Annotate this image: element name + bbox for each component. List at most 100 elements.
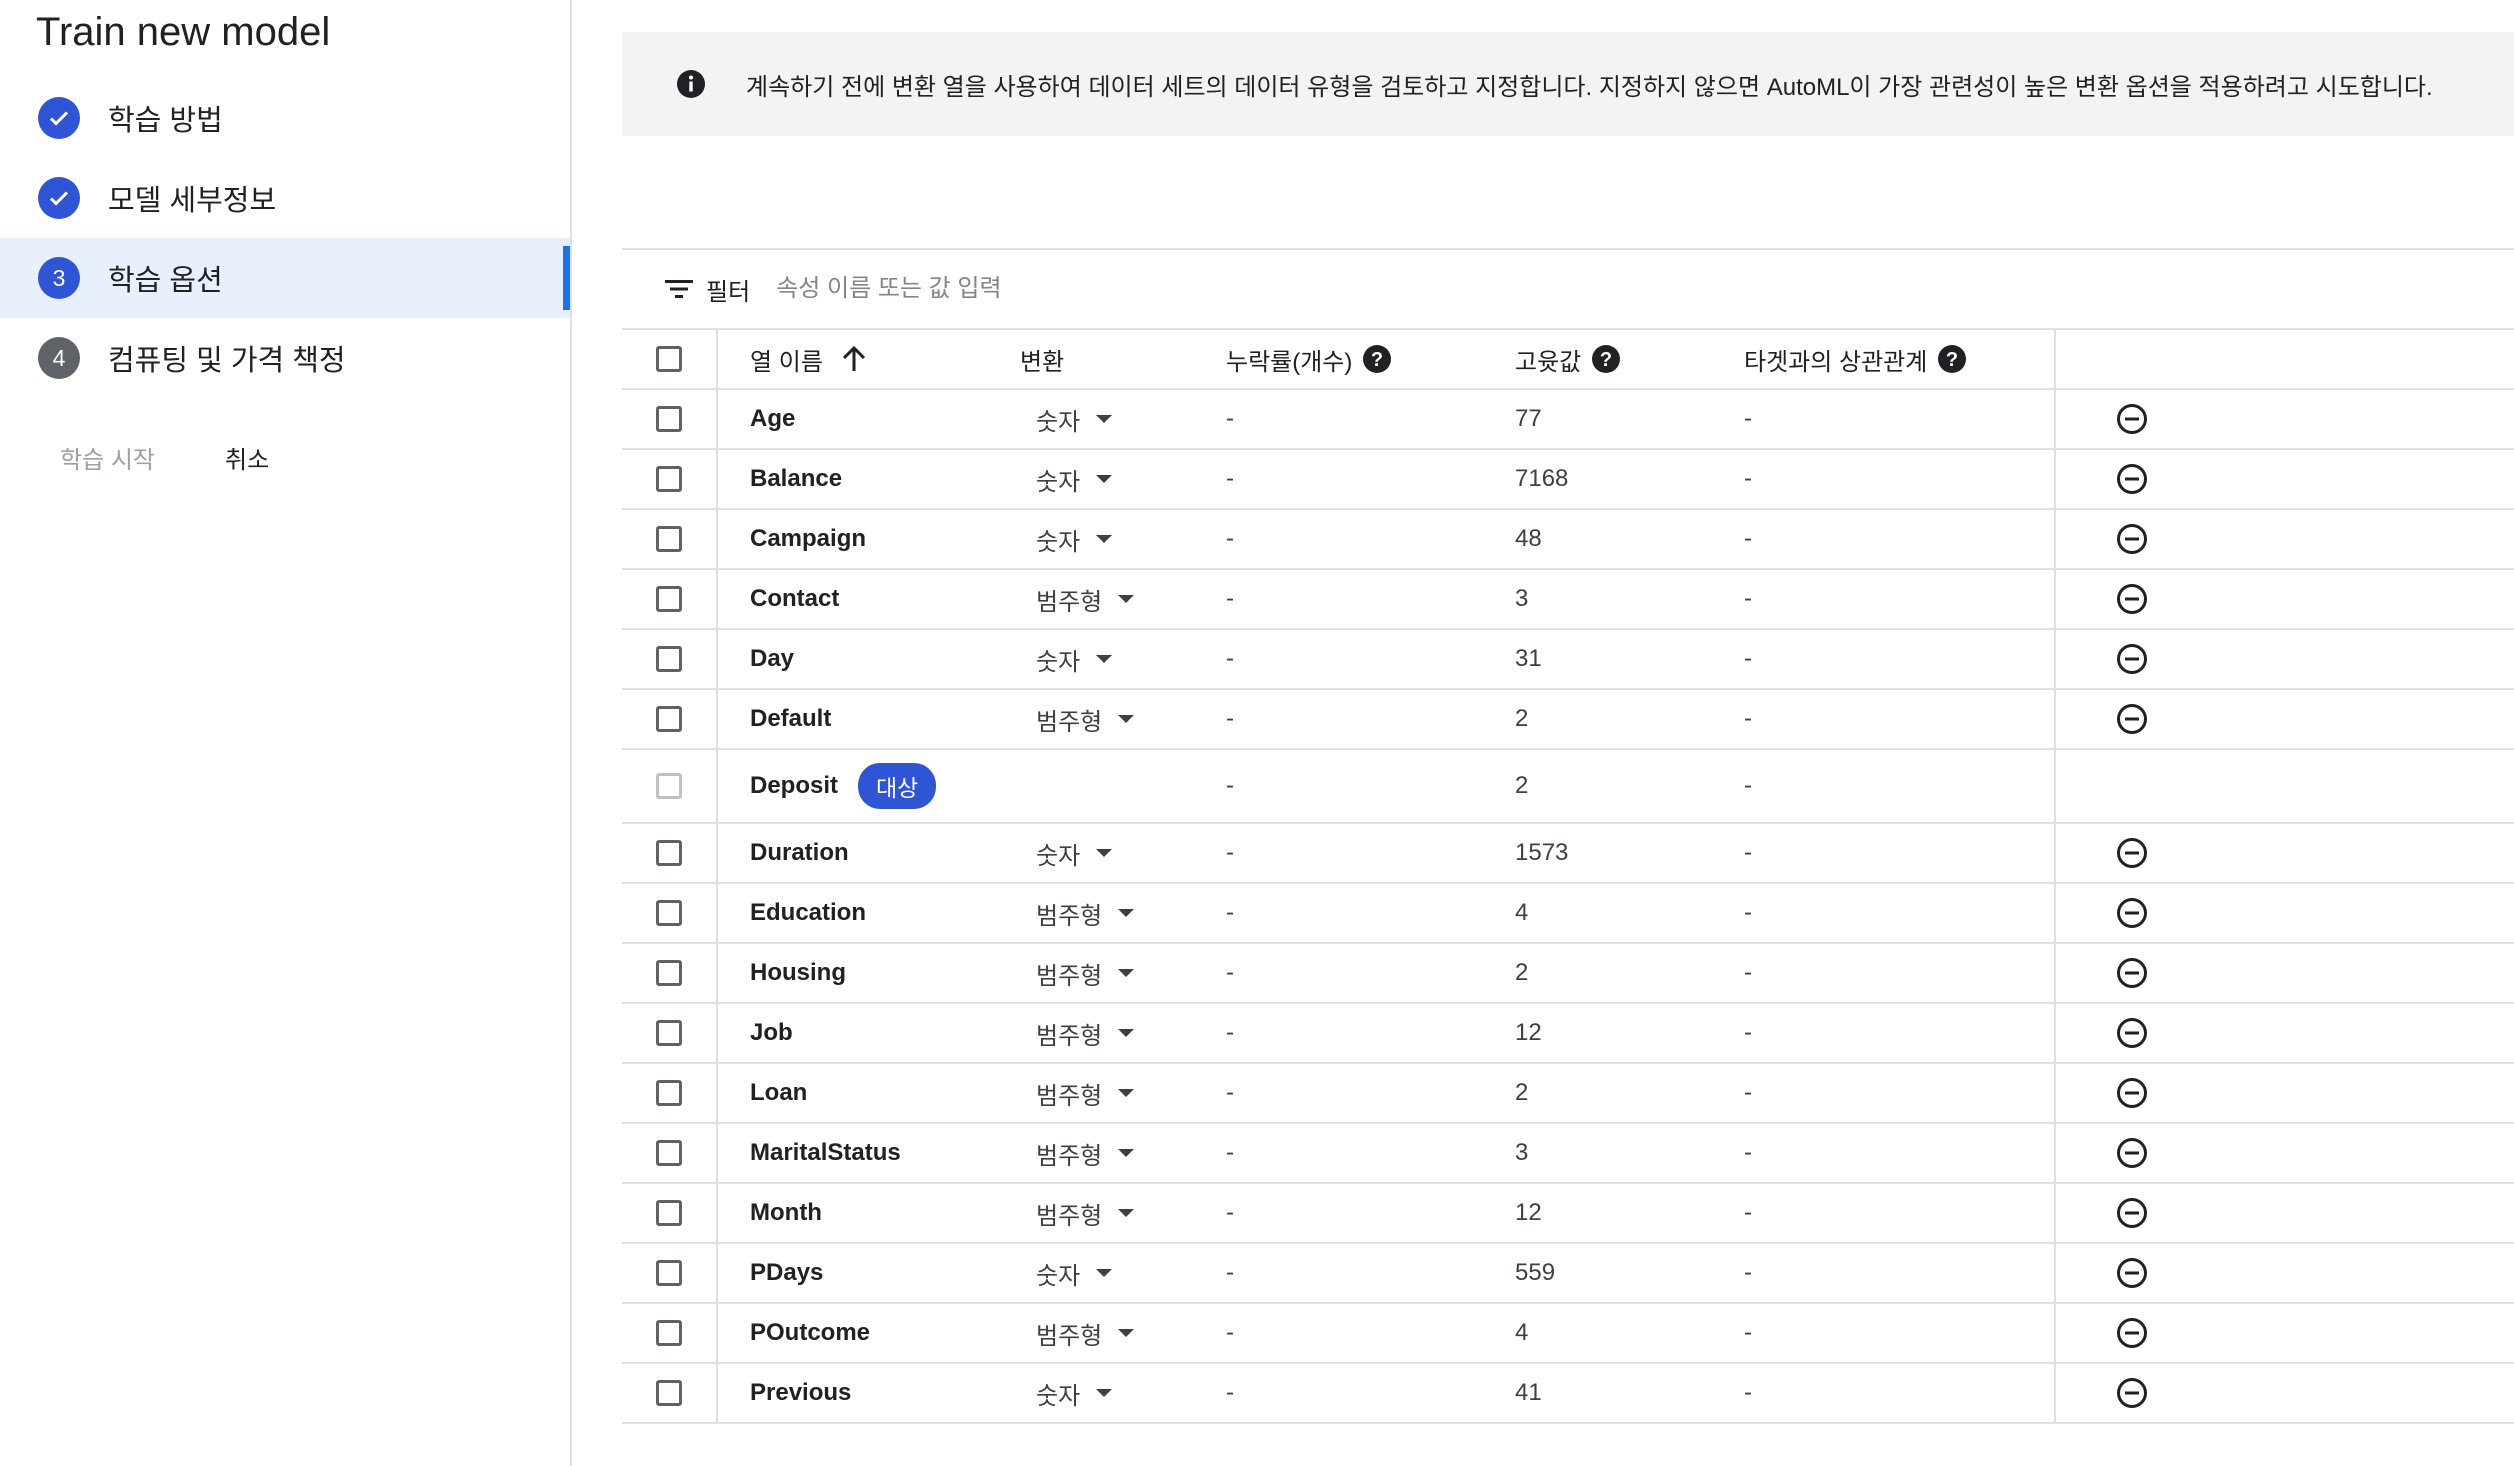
row-checkbox[interactable] <box>656 900 682 926</box>
row-checkbox[interactable] <box>656 1260 682 1286</box>
row-checkbox[interactable] <box>656 1020 682 1046</box>
transformation-dropdown[interactable]: 범주형 <box>1036 1184 1135 1242</box>
remove-circle-icon[interactable] <box>2116 643 2148 675</box>
missing-value: - <box>1226 705 1234 732</box>
remove-circle-icon[interactable] <box>2116 403 2148 435</box>
transformation-dropdown[interactable]: 범주형 <box>1036 944 1135 1002</box>
transformation-dropdown[interactable]: 범주형 <box>1036 690 1135 748</box>
remove-circle-icon[interactable] <box>2116 1077 2148 1109</box>
help-icon[interactable]: ? <box>1937 344 1967 374</box>
transformation-dropdown[interactable]: 숫자 <box>1036 824 1113 882</box>
step-training-method[interactable]: 학습 방법 <box>0 78 570 158</box>
correlation-value: - <box>1744 525 1752 552</box>
cancel-button[interactable]: 취소 <box>225 440 269 475</box>
transformation-dropdown[interactable]: 숫자 <box>1036 510 1113 568</box>
row-checkbox[interactable] <box>656 1080 682 1106</box>
column-name: Age <box>750 390 795 448</box>
column-name-text: PDays <box>750 1259 824 1286</box>
step-model-details[interactable]: 모델 세부정보 <box>0 158 570 238</box>
table-row: Default 범주형 - 2 - <box>622 690 2514 750</box>
row-checkbox[interactable] <box>656 840 682 866</box>
column-name: POutcome <box>750 1304 870 1362</box>
row-actions <box>2054 944 2514 1002</box>
row-checkbox[interactable] <box>656 1380 682 1406</box>
row-checkbox[interactable] <box>656 706 682 732</box>
row-checkbox[interactable] <box>656 466 682 492</box>
row-checkbox[interactable] <box>656 1320 682 1346</box>
column-name: Job <box>750 1004 793 1062</box>
remove-circle-icon[interactable] <box>2116 1017 2148 1049</box>
unique-value: 2 <box>1515 959 1529 986</box>
transformation-dropdown[interactable]: 숫자 <box>1036 450 1113 508</box>
dropdown-arrow-icon <box>1118 1089 1135 1097</box>
transformation-dropdown[interactable]: 범주형 <box>1036 570 1135 628</box>
column-name-text: Previous <box>750 1379 852 1406</box>
check-circle-icon <box>38 97 80 139</box>
unique-value: 41 <box>1515 1379 1542 1406</box>
remove-circle-icon[interactable] <box>2116 837 2148 869</box>
remove-circle-icon[interactable] <box>2116 1137 2148 1169</box>
transformation-dropdown[interactable]: 범주형 <box>1036 1004 1135 1062</box>
svg-text:?: ? <box>1600 349 1612 371</box>
remove-circle-icon[interactable] <box>2116 1197 2148 1229</box>
missing-value: - <box>1226 1319 1234 1346</box>
transformation-dropdown[interactable]: 범주형 <box>1036 1124 1135 1182</box>
remove-circle-icon[interactable] <box>2116 897 2148 929</box>
row-checkbox[interactable] <box>656 960 682 986</box>
transformation-value: 숫자 <box>1036 408 1081 436</box>
correlation-value: - <box>1744 899 1752 926</box>
remove-circle-icon[interactable] <box>2116 1317 2148 1349</box>
row-checkbox[interactable] <box>656 1140 682 1166</box>
row-select-cell <box>622 570 718 628</box>
transformation-value: 범주형 <box>1036 1202 1103 1230</box>
remove-circle-icon[interactable] <box>2116 703 2148 735</box>
column-name: PDays <box>750 1244 823 1302</box>
row-checkbox[interactable] <box>656 1200 682 1226</box>
filter-input[interactable] <box>774 274 1479 304</box>
filter-icon[interactable] <box>664 277 694 301</box>
correlation-value: - <box>1744 1319 1752 1346</box>
help-icon[interactable]: ? <box>1362 344 1392 374</box>
start-training-button[interactable]: 학습 시작 <box>60 440 155 475</box>
transformation-dropdown[interactable]: 범주형 <box>1036 1064 1135 1122</box>
remove-circle-icon[interactable] <box>2116 583 2148 615</box>
column-name-text: MaritalStatus <box>750 1139 901 1166</box>
header-column-name[interactable]: 열 이름 <box>750 330 867 388</box>
arrow-up-icon[interactable] <box>841 345 867 373</box>
row-checkbox[interactable] <box>656 586 682 612</box>
help-icon[interactable]: ? <box>1591 344 1621 374</box>
transformation-dropdown[interactable]: 범주형 <box>1036 1304 1135 1362</box>
row-checkbox[interactable] <box>656 406 682 432</box>
transformation-dropdown[interactable]: 범주형 <box>1036 884 1135 942</box>
remove-circle-icon[interactable] <box>2116 523 2148 555</box>
dropdown-arrow-icon <box>1096 655 1113 663</box>
missing-value: - <box>1226 839 1234 866</box>
transformation-dropdown[interactable]: 숫자 <box>1036 1364 1113 1422</box>
missing-value: - <box>1226 1079 1234 1106</box>
missing-value: - <box>1226 1199 1234 1226</box>
row-checkbox[interactable] <box>656 526 682 552</box>
transformation-dropdown[interactable]: 숫자 <box>1036 390 1113 448</box>
row-select-cell <box>622 1004 718 1062</box>
info-icon <box>676 69 706 99</box>
step-training-options[interactable]: 3 학습 옵션 <box>0 238 570 318</box>
select-all-checkbox[interactable] <box>656 346 682 372</box>
missing-value: - <box>1226 1259 1234 1286</box>
remove-circle-icon[interactable] <box>2116 957 2148 989</box>
transformation-dropdown[interactable]: 숫자 <box>1036 1244 1113 1302</box>
remove-circle-icon[interactable] <box>2116 1377 2148 1409</box>
row-actions <box>2054 750 2514 822</box>
unique-value: 31 <box>1515 645 1542 672</box>
remove-circle-icon[interactable] <box>2116 463 2148 495</box>
row-checkbox[interactable] <box>656 646 682 672</box>
remove-circle-icon[interactable] <box>2116 1257 2148 1289</box>
transformation-dropdown[interactable]: 숫자 <box>1036 630 1113 688</box>
dropdown-arrow-icon <box>1118 1149 1135 1157</box>
info-text: 계속하기 전에 변환 열을 사용하여 데이터 세트의 데이터 유형을 검토하고 … <box>746 73 2433 101</box>
filter-bar: 필터 <box>622 248 2514 328</box>
correlation-value: - <box>1744 839 1752 866</box>
step-compute-pricing[interactable]: 4 컴퓨팅 및 가격 책정 <box>0 318 570 398</box>
row-actions <box>2054 1004 2514 1062</box>
header-missing: 누락률(개수) ? <box>1226 330 1392 388</box>
correlation-value: - <box>1744 1079 1752 1106</box>
